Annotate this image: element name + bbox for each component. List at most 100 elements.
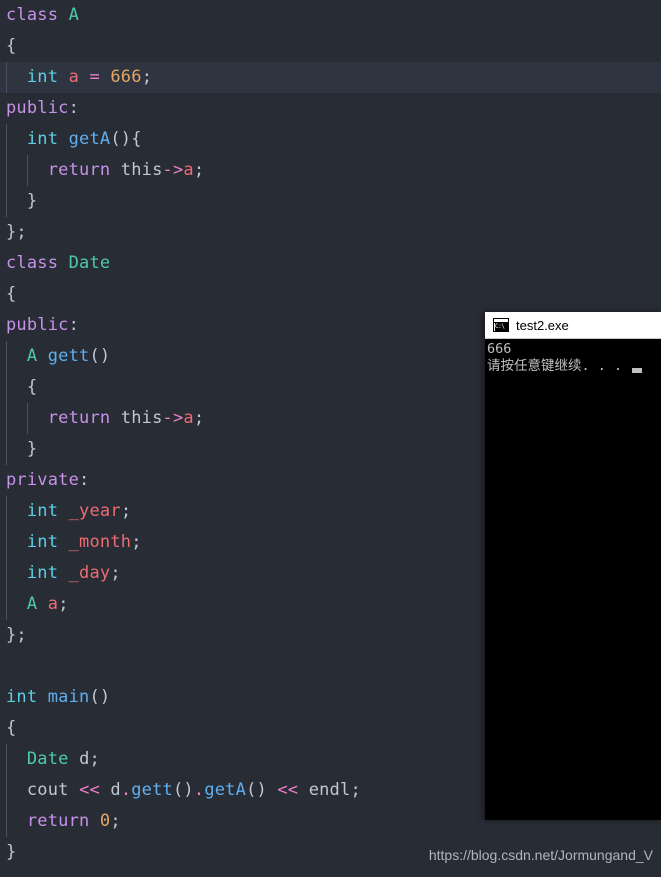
code-line[interactable]: return this->a;	[0, 155, 661, 186]
indent-guide	[27, 155, 28, 186]
token-colon: :	[68, 98, 80, 118]
indent-guide	[6, 775, 7, 806]
token-keyword: return	[47, 408, 111, 428]
token-function: gett	[47, 346, 90, 366]
token-semicolon: ;	[110, 811, 121, 831]
token-brace: {	[6, 36, 17, 56]
console-icon	[493, 318, 509, 332]
token-semicolon: ;	[58, 594, 69, 614]
code-line[interactable]: {	[0, 31, 661, 62]
token-number: 666	[110, 67, 142, 87]
token-brace: {	[6, 284, 17, 304]
token-variable: a	[183, 160, 194, 180]
token-class-name: Date	[26, 749, 69, 769]
token-class-name: A	[68, 5, 80, 25]
token-parens: ()	[246, 780, 267, 800]
console-output-line: 666	[487, 341, 512, 357]
indent-guide	[6, 403, 7, 434]
token-parens: ()	[89, 687, 111, 707]
token-variable: _year	[68, 501, 121, 521]
token-brace: };	[6, 625, 27, 645]
token-semicolon: ;	[193, 408, 205, 428]
token-semicolon: ;	[141, 67, 153, 87]
token-brace: {	[6, 718, 17, 738]
console-cursor	[632, 368, 643, 373]
token-operator: ->	[162, 160, 184, 180]
code-line[interactable]: class A	[0, 0, 661, 31]
token-variable: a	[183, 408, 194, 428]
token-brace: {	[131, 129, 142, 149]
token-brace: };	[6, 222, 27, 242]
token-operator: ->	[162, 408, 184, 428]
code-line[interactable]: class Date	[0, 248, 661, 279]
console-window-title: test2.exe	[516, 317, 569, 333]
token-type: int	[26, 501, 59, 521]
token-type: int	[26, 129, 59, 149]
token-endl: endl	[308, 780, 351, 800]
token-variable: _month	[68, 532, 132, 552]
console-window[interactable]: test2.exe 666 请按任意键继续. . .	[485, 312, 661, 820]
token-number: 0	[99, 811, 111, 831]
code-line[interactable]: int getA(){	[0, 124, 661, 155]
console-output[interactable]: 666 请按任意键继续. . .	[485, 339, 661, 375]
token-function: getA	[204, 780, 247, 800]
indent-guide	[6, 124, 7, 155]
console-output-line: 请按任意键继续. . .	[487, 358, 631, 374]
token-brace: }	[26, 191, 38, 211]
code-line[interactable]: };	[0, 217, 661, 248]
token-type: int	[26, 67, 59, 87]
indent-guide	[6, 341, 7, 372]
indent-guide	[6, 558, 7, 589]
token-operator: =	[89, 67, 100, 87]
token-type: int	[26, 532, 59, 552]
token-cout: cout	[26, 780, 69, 800]
token-keyword: class	[6, 253, 59, 273]
token-function: gett	[131, 780, 173, 800]
indent-guide	[6, 589, 7, 620]
token-variable: a	[47, 594, 59, 614]
code-line[interactable]: {	[0, 279, 661, 310]
indent-guide	[6, 62, 7, 93]
token-type: int	[6, 687, 38, 707]
token-this: this	[120, 160, 163, 180]
indent-guide	[6, 496, 7, 527]
indent-guide	[6, 372, 7, 403]
token-keyword: return	[26, 811, 90, 831]
token-semicolon: ;	[120, 501, 132, 521]
token-operator: .	[193, 780, 205, 800]
token-keyword: class	[6, 5, 59, 25]
token-brace: }	[26, 439, 38, 459]
token-function: main	[47, 687, 90, 707]
code-line-current[interactable]: int a = 666;	[0, 62, 661, 93]
token-parens: ()	[173, 780, 194, 800]
console-titlebar[interactable]: test2.exe	[485, 312, 661, 339]
token-parens: ()	[89, 346, 111, 366]
code-line[interactable]: }	[0, 186, 661, 217]
token-keyword: public	[6, 98, 69, 118]
token-keyword: public	[6, 315, 69, 335]
token-brace: }	[6, 842, 17, 862]
token-operator: <<	[79, 780, 100, 800]
token-colon: :	[68, 315, 80, 335]
token-function: getA	[68, 129, 111, 149]
token-operator: <<	[277, 780, 299, 800]
token-variable: d	[79, 749, 90, 769]
token-colon: :	[79, 470, 90, 490]
token-type: int	[26, 563, 59, 583]
token-brace: {	[26, 377, 38, 397]
token-class-name: A	[26, 346, 38, 366]
indent-guide	[6, 744, 7, 775]
token-variable: _day	[68, 563, 111, 583]
token-class-name: A	[26, 594, 38, 614]
watermark: https://blog.csdn.net/Jormungand_V	[428, 847, 653, 863]
token-keyword: return	[47, 160, 111, 180]
token-variable: a	[68, 67, 80, 87]
token-semicolon: ;	[110, 563, 121, 583]
token-semicolon: ;	[350, 780, 361, 800]
indent-guide	[6, 527, 7, 558]
token-keyword: private	[6, 470, 80, 490]
token-variable: d	[110, 780, 121, 800]
token-parens: ()	[110, 129, 132, 149]
code-line[interactable]: public:	[0, 93, 661, 124]
